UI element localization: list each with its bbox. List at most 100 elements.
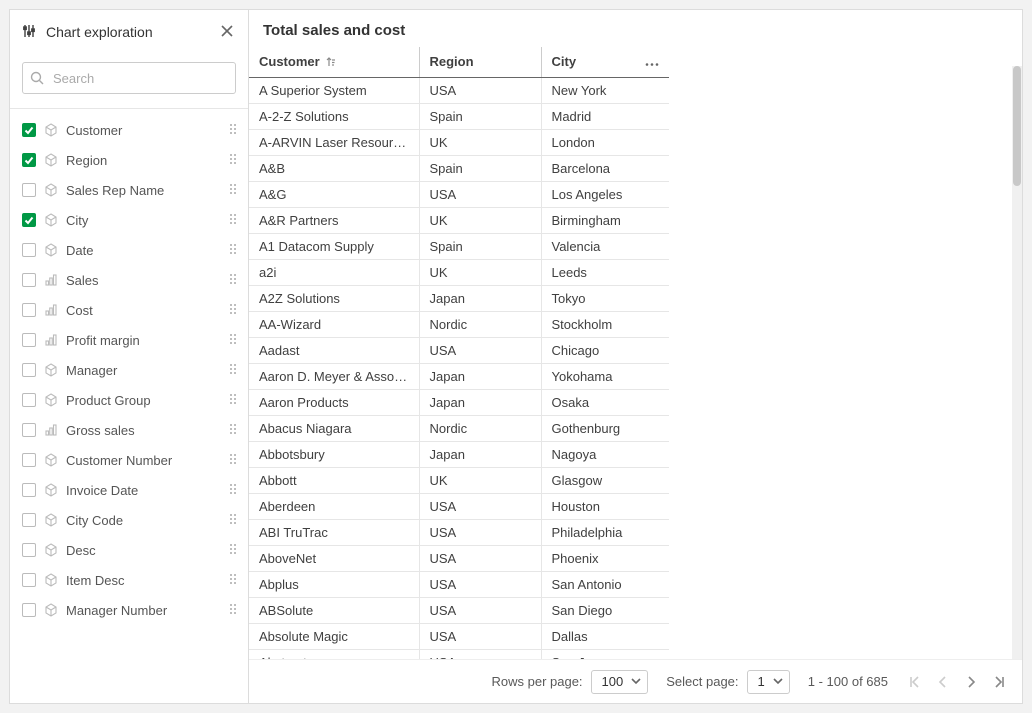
drag-handle-icon[interactable] — [228, 392, 240, 409]
field-row[interactable]: Sales Rep Name — [10, 175, 248, 205]
table-row[interactable]: A Superior SystemUSANew York — [249, 77, 669, 103]
field-checkbox[interactable] — [22, 243, 36, 257]
field-row[interactable]: Sales — [10, 265, 248, 295]
field-row[interactable]: Product Group — [10, 385, 248, 415]
table-cell: London — [541, 129, 669, 155]
column-header[interactable]: City — [541, 47, 669, 77]
field-checkbox[interactable] — [22, 393, 36, 407]
column-header[interactable]: Region — [419, 47, 541, 77]
field-checkbox[interactable] — [22, 543, 36, 557]
table-row[interactable]: Abacus NiagaraNordicGothenburg — [249, 415, 669, 441]
field-checkbox[interactable] — [22, 453, 36, 467]
field-checkbox[interactable] — [22, 423, 36, 437]
prev-page-icon[interactable] — [934, 673, 952, 691]
main-panel: Total sales and cost CustomerRegionCity … — [249, 9, 1023, 704]
field-checkbox[interactable] — [22, 273, 36, 287]
drag-handle-icon[interactable] — [228, 242, 240, 259]
field-row[interactable]: Region — [10, 145, 248, 175]
table-row[interactable]: Aaron D. Meyer & AssociatesJapanYokohama — [249, 363, 669, 389]
table-row[interactable]: A&GUSALos Angeles — [249, 181, 669, 207]
drag-handle-icon[interactable] — [228, 482, 240, 499]
field-checkbox[interactable] — [22, 603, 36, 617]
drag-handle-icon[interactable] — [228, 152, 240, 169]
table-row[interactable]: AbbotsburyJapanNagoya — [249, 441, 669, 467]
next-page-icon[interactable] — [962, 673, 980, 691]
field-row[interactable]: Cost — [10, 295, 248, 325]
table-row[interactable]: ABSoluteUSASan Diego — [249, 597, 669, 623]
field-row[interactable]: Profit margin — [10, 325, 248, 355]
field-checkbox[interactable] — [22, 303, 36, 317]
field-checkbox[interactable] — [22, 483, 36, 497]
dimension-icon — [44, 483, 58, 497]
table-row[interactable]: A2Z SolutionsJapanTokyo — [249, 285, 669, 311]
table-row[interactable]: A&BSpainBarcelona — [249, 155, 669, 181]
drag-handle-icon[interactable] — [228, 512, 240, 529]
field-checkbox[interactable] — [22, 363, 36, 377]
drag-handle-icon[interactable] — [228, 332, 240, 349]
scrollbar-thumb[interactable] — [1013, 66, 1021, 186]
drag-handle-icon[interactable] — [228, 422, 240, 439]
drag-handle-icon[interactable] — [228, 452, 240, 469]
drag-handle-icon[interactable] — [228, 212, 240, 229]
scrollbar-track[interactable] — [1012, 66, 1022, 659]
field-checkbox[interactable] — [22, 573, 36, 587]
field-row[interactable]: Customer — [10, 115, 248, 145]
field-row[interactable]: Manager Number — [10, 595, 248, 625]
table-scroll-area[interactable]: CustomerRegionCity A Superior SystemUSAN… — [249, 47, 1022, 659]
table-row[interactable]: AberdeenUSAHouston — [249, 493, 669, 519]
table-row[interactable]: AboveNetUSAPhoenix — [249, 545, 669, 571]
table-row[interactable]: a2iUKLeeds — [249, 259, 669, 285]
field-checkbox[interactable] — [22, 333, 36, 347]
table-row[interactable]: Absolute MagicUSADallas — [249, 623, 669, 649]
field-row[interactable]: Manager — [10, 355, 248, 385]
table-cell: Gothenburg — [541, 415, 669, 441]
drag-handle-icon[interactable] — [228, 302, 240, 319]
table-row[interactable]: Aaron ProductsJapanOsaka — [249, 389, 669, 415]
drag-handle-icon[interactable] — [228, 602, 240, 619]
table-row[interactable]: AA-WizardNordicStockholm — [249, 311, 669, 337]
field-row[interactable]: City — [10, 205, 248, 235]
drag-handle-icon[interactable] — [228, 272, 240, 289]
drag-handle-icon[interactable] — [228, 362, 240, 379]
drag-handle-icon[interactable] — [228, 122, 240, 139]
first-page-icon[interactable] — [906, 673, 924, 691]
field-row[interactable]: Customer Number — [10, 445, 248, 475]
select-page-select[interactable]: 1 — [747, 670, 790, 694]
table-row[interactable]: AbbottUKGlasgow — [249, 467, 669, 493]
field-row[interactable]: Item Desc — [10, 565, 248, 595]
drag-handle-icon[interactable] — [228, 572, 240, 589]
field-checkbox[interactable] — [22, 183, 36, 197]
search-input[interactable] — [22, 62, 236, 94]
field-checkbox[interactable] — [22, 513, 36, 527]
field-checkbox[interactable] — [22, 153, 36, 167]
select-page-value: 1 — [758, 674, 765, 689]
table-cell: Valencia — [541, 233, 669, 259]
table-row[interactable]: AadastUSAChicago — [249, 337, 669, 363]
table-row[interactable]: AbplusUSASan Antonio — [249, 571, 669, 597]
table-row[interactable]: A-2-Z SolutionsSpainMadrid — [249, 103, 669, 129]
field-row[interactable]: Date — [10, 235, 248, 265]
field-checkbox[interactable] — [22, 213, 36, 227]
drag-handle-icon[interactable] — [228, 182, 240, 199]
table-row[interactable]: AbstractUSASan Jose — [249, 649, 669, 659]
table-row[interactable]: ABI TruTracUSAPhiladelphia — [249, 519, 669, 545]
field-checkbox[interactable] — [22, 123, 36, 137]
field-row[interactable]: Desc — [10, 535, 248, 565]
more-options-icon[interactable] — [645, 54, 659, 69]
last-page-icon[interactable] — [990, 673, 1008, 691]
drag-handle-icon[interactable] — [228, 542, 240, 559]
field-row[interactable]: City Code — [10, 505, 248, 535]
table-row[interactable]: A1 Datacom SupplySpainValencia — [249, 233, 669, 259]
table-row[interactable]: A&R PartnersUKBirmingham — [249, 207, 669, 233]
table-cell: A&B — [249, 155, 419, 181]
field-row[interactable]: Gross sales — [10, 415, 248, 445]
close-icon[interactable] — [220, 24, 236, 40]
table-cell: A&G — [249, 181, 419, 207]
table-cell: Leeds — [541, 259, 669, 285]
column-header[interactable]: Customer — [249, 47, 419, 77]
table-cell: Spain — [419, 103, 541, 129]
field-row[interactable]: Invoice Date — [10, 475, 248, 505]
table-body: A Superior SystemUSANew YorkA-2-Z Soluti… — [249, 77, 669, 659]
rows-per-page-select[interactable]: 100 — [591, 670, 649, 694]
table-row[interactable]: A-ARVIN Laser ResourcesUKLondon — [249, 129, 669, 155]
